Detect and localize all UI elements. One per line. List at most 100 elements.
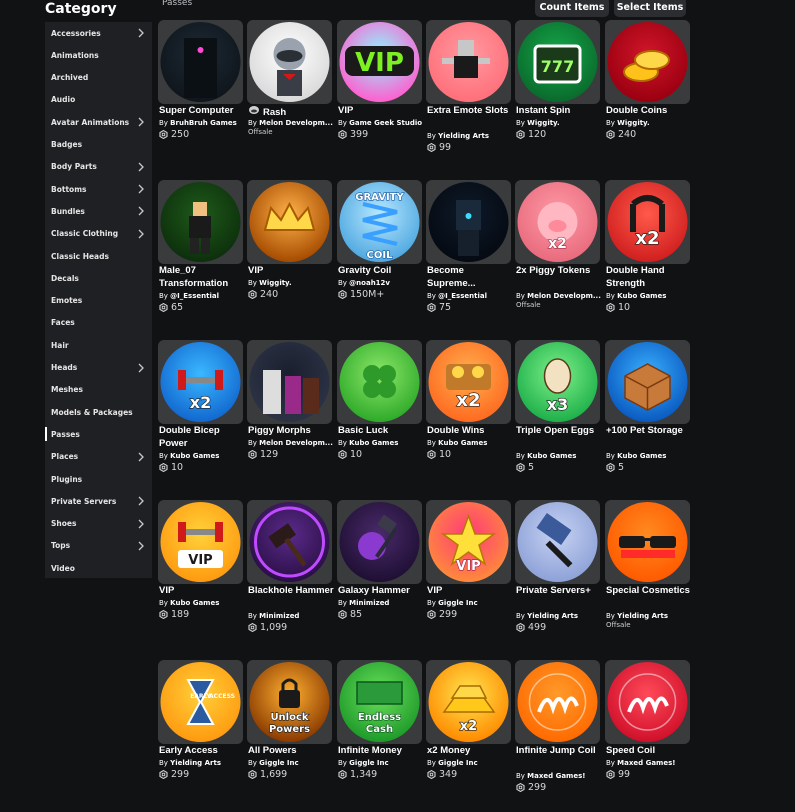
sidebar-item-decals[interactable]: Decals xyxy=(45,268,152,288)
sidebar-item-tops[interactable]: Tops xyxy=(45,536,152,556)
item-thumbnail[interactable] xyxy=(247,20,332,104)
item-card[interactable]: x2 Double Wins By Kubo Games 10 xyxy=(426,340,512,470)
creator-name[interactable]: @noah12v xyxy=(349,279,390,287)
creator-name[interactable]: Yielding Arts xyxy=(170,759,221,767)
item-card[interactable]: Double Coins By Wiggity. 240 xyxy=(605,20,691,150)
item-card[interactable]: Basic Luck By Kubo Games 10 xyxy=(337,340,423,470)
item-card[interactable]: Become Supreme... By @I_Essential 75 xyxy=(426,180,512,313)
item-thumbnail[interactable] xyxy=(605,500,690,584)
creator-name[interactable]: Giggle Inc xyxy=(349,759,389,767)
item-name[interactable]: Gravity Coil xyxy=(338,265,424,278)
item-name[interactable]: Speed Coil xyxy=(606,745,692,758)
item-name[interactable]: Piggy Morphs xyxy=(248,425,334,438)
sidebar-item-video[interactable]: Video xyxy=(45,558,152,578)
item-card[interactable]: x2 2x Piggy Tokens By Melon Developm... Off… xyxy=(515,180,601,310)
item-card[interactable]: VIP By Wiggity. 240 xyxy=(247,180,333,310)
sidebar-item-bundles[interactable]: Bundles xyxy=(45,201,152,221)
item-thumbnail[interactable] xyxy=(337,500,422,584)
item-thumbnail[interactable]: 777 xyxy=(515,20,600,104)
creator-name[interactable]: Yielding Arts xyxy=(438,132,489,140)
sidebar-item-animations[interactable]: Animations xyxy=(45,45,152,65)
item-thumbnail[interactable] xyxy=(247,340,332,424)
sidebar-item-plugins[interactable]: Plugins xyxy=(45,469,152,489)
creator-name[interactable]: Kubo Games xyxy=(438,439,487,447)
creator-name[interactable]: @I_Essential xyxy=(170,292,219,300)
item-thumbnail[interactable] xyxy=(605,340,690,424)
item-card[interactable]: x3 Triple Open Eggs By Kubo Games 5 xyxy=(515,340,602,473)
creator-name[interactable]: Kubo Games xyxy=(170,599,219,607)
item-card[interactable]: Speed Coil By Maxed Games! 99 xyxy=(605,660,691,790)
item-card[interactable]: Endless Cash Infinite Money By Giggle Inc 1,… xyxy=(337,660,423,790)
item-card[interactable]: x2 Double Bicep Power By Kubo Games 10 xyxy=(158,340,244,473)
item-name[interactable]: Triple Open Eggs xyxy=(516,425,602,438)
item-thumbnail[interactable] xyxy=(158,180,243,264)
creator-name[interactable]: Yielding Arts xyxy=(617,612,668,620)
creator-name[interactable]: Wiggity. xyxy=(617,119,649,127)
sidebar-item-bottoms[interactable]: Bottoms xyxy=(45,179,152,199)
item-name[interactable]: Early Access xyxy=(159,745,245,758)
item-thumbnail[interactable] xyxy=(515,500,600,584)
item-name[interactable]: Rash xyxy=(248,105,334,120)
creator-name[interactable]: Melon Developm... xyxy=(259,119,333,127)
item-thumbnail[interactable]: x2 xyxy=(515,180,600,264)
creator-name[interactable]: Maxed Games! xyxy=(617,759,675,767)
item-name[interactable]: Blackhole Hammer xyxy=(248,585,334,598)
item-thumbnail[interactable]: x2 xyxy=(426,340,511,424)
creator-name[interactable]: @I_Essential xyxy=(438,292,487,300)
item-card[interactable]: Rash By Melon Developm... Offsale xyxy=(247,20,333,150)
item-name[interactable]: Special Cosmetics xyxy=(606,585,692,598)
item-name[interactable]: Super Computer xyxy=(159,105,245,118)
creator-name[interactable]: Giggle Inc xyxy=(438,759,478,767)
item-name[interactable]: Double Coins xyxy=(606,105,692,118)
item-thumbnail[interactable]: Unlock Powers xyxy=(247,660,332,744)
creator-name[interactable]: Wiggity. xyxy=(527,119,559,127)
sidebar-item-body-parts[interactable]: Body Parts xyxy=(45,157,152,177)
item-card[interactable]: Extra Emote Slots By Yielding Arts 99 xyxy=(426,20,512,153)
item-card[interactable]: x2 Double Hand Strength By Kubo Games 10 xyxy=(605,180,692,313)
item-card[interactable]: Unlock Powers All Powers By Giggle Inc 1,699 xyxy=(247,660,333,790)
item-name[interactable]: All Powers xyxy=(248,745,334,758)
item-thumbnail[interactable] xyxy=(426,180,511,264)
item-thumbnail[interactable]: EARLY ACCESS xyxy=(158,660,243,744)
item-name[interactable]: Double Hand Strength xyxy=(606,265,692,290)
item-name[interactable]: +100 Pet Storage xyxy=(606,425,692,438)
item-thumbnail[interactable]: GRAVITY COIL xyxy=(337,180,422,264)
item-thumbnail[interactable] xyxy=(247,500,332,584)
item-card[interactable]: x2 x2 Money By Giggle Inc 349 xyxy=(426,660,512,790)
creator-name[interactable]: BruhBruh Games xyxy=(170,119,237,127)
creator-name[interactable]: Kubo Games xyxy=(349,439,398,447)
item-card[interactable]: 777 Instant Spin By Wiggity. 120 xyxy=(515,20,601,150)
sidebar-item-faces[interactable]: Faces xyxy=(45,313,152,333)
item-thumbnail[interactable]: VIP xyxy=(337,20,422,104)
item-name[interactable]: VIP xyxy=(338,105,424,118)
item-thumbnail[interactable]: Endless Cash xyxy=(337,660,422,744)
creator-name[interactable]: Maxed Games! xyxy=(527,772,585,780)
sidebar-item-shoes[interactable]: Shoes xyxy=(45,514,152,534)
item-thumbnail[interactable] xyxy=(426,20,511,104)
item-card[interactable]: +100 Pet Storage By Kubo Games 5 xyxy=(605,340,692,473)
item-card[interactable]: Special Cosmetics By Yielding Arts Offsale xyxy=(605,500,691,630)
sidebar-item-classic-heads[interactable]: Classic Heads xyxy=(45,246,152,266)
creator-name[interactable]: Yielding Arts xyxy=(527,612,578,620)
creator-name[interactable]: Kubo Games xyxy=(170,452,219,460)
item-thumbnail[interactable]: x2 xyxy=(426,660,511,744)
creator-name[interactable]: Giggle Inc xyxy=(259,759,299,767)
sidebar-item-meshes[interactable]: Meshes xyxy=(45,380,152,400)
creator-name[interactable]: Kubo Games xyxy=(617,292,666,300)
item-name[interactable]: Private Servers+ xyxy=(516,585,602,598)
item-thumbnail[interactable]: VIP xyxy=(158,500,243,584)
item-thumbnail[interactable]: x2 xyxy=(605,180,690,264)
item-card[interactable]: Super Computer By BruhBruh Games 250 xyxy=(158,20,244,150)
item-card[interactable]: GRAVITY COIL Gravity Coil By @noah12v 150M+ xyxy=(337,180,423,310)
item-name[interactable]: Basic Luck xyxy=(338,425,424,438)
sidebar-item-models-packages[interactable]: Models & Packages xyxy=(45,402,152,422)
creator-name[interactable]: Wiggity. xyxy=(259,279,291,287)
sidebar-item-emotes[interactable]: Emotes xyxy=(45,291,152,311)
item-thumbnail[interactable] xyxy=(605,20,690,104)
item-card[interactable]: Blackhole Hammer By Minimized 1,099 xyxy=(247,500,334,633)
item-card[interactable]: Private Servers+ By Yielding Arts 499 xyxy=(515,500,602,633)
item-name[interactable]: VIP xyxy=(427,585,513,598)
sidebar-item-accessories[interactable]: Accessories xyxy=(45,23,152,43)
item-card[interactable]: Male_07 Transformation By @I_Essential 65 xyxy=(158,180,244,313)
sidebar-item-private-servers[interactable]: Private Servers xyxy=(45,491,152,511)
